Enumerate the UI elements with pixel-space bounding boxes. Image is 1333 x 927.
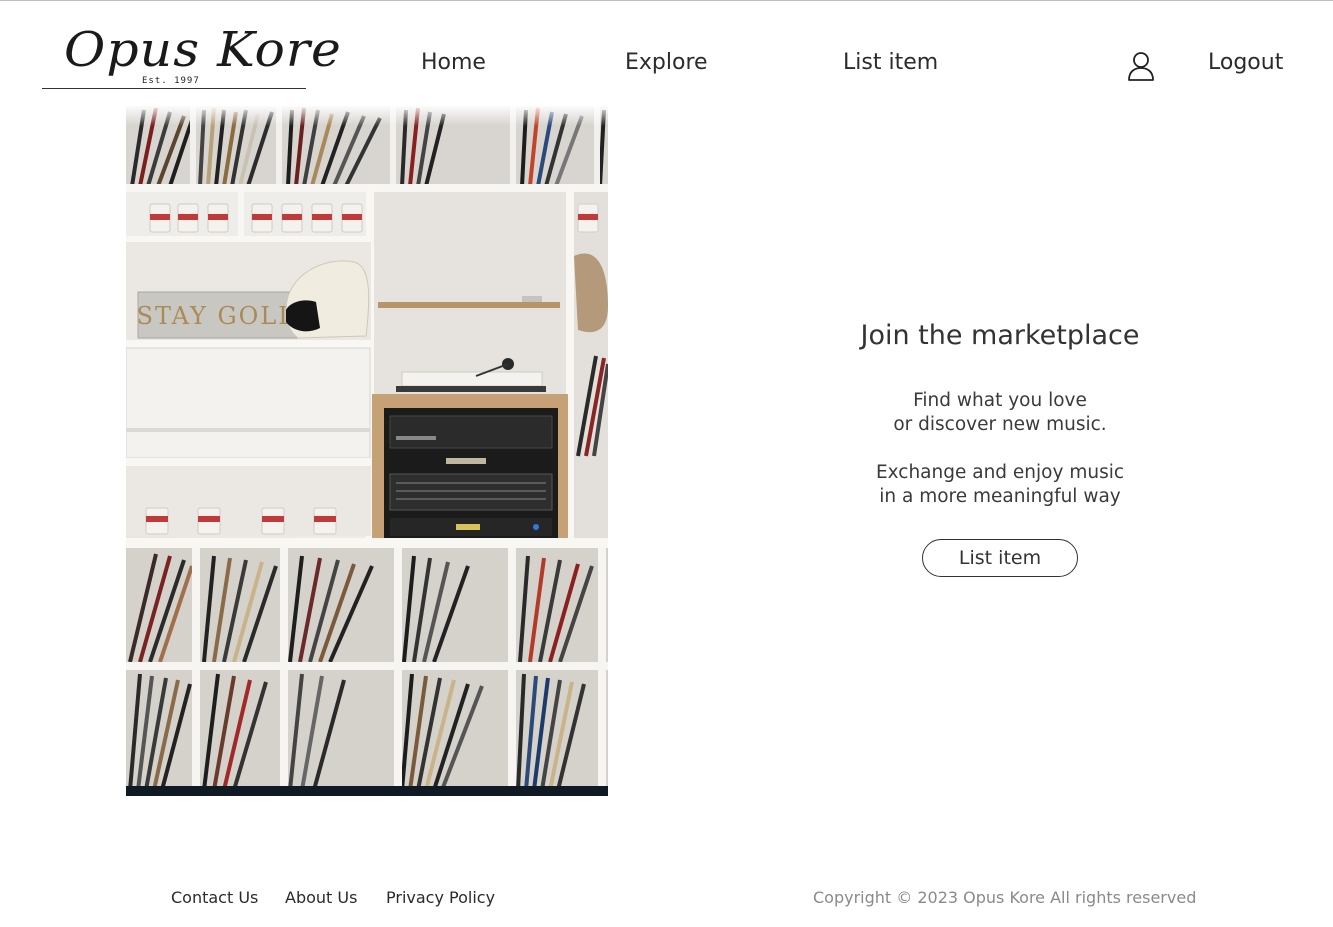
amplifier-cabinet [372,394,568,548]
marketplace-panel: Join the marketplace Find what you love … [800,320,1200,577]
nav-explore-link[interactable]: Explore [625,50,708,75]
record-shelf-photo: STAY GOLD [126,106,608,796]
footer-about-link[interactable]: About Us [285,888,357,907]
site-logo[interactable]: Opus Kore Est. 1997 [42,16,341,92]
marketplace-heading: Join the marketplace [860,320,1140,351]
copyright-text: Copyright © 2023 Opus Kore All rights re… [813,888,1197,907]
logo-established: Est. 1997 [142,76,200,86]
footer-contact-link[interactable]: Contact Us [171,888,258,907]
top-border [0,0,1333,1]
exchange-paragraph: Exchange and enjoy music in a more meani… [800,461,1200,509]
exchange-line-2: in a more meaningful way [879,486,1121,507]
nav-list-item-link[interactable]: List item [843,50,938,75]
record-shelf-illustration: STAY GOLD [126,106,608,796]
stay-gold-sign: STAY GOLD [137,302,300,330]
list-item-button[interactable]: List item [922,539,1078,577]
intro-paragraph: Find what you love or discover new music… [800,389,1200,437]
user-icon[interactable] [1126,51,1156,81]
footer-privacy-link[interactable]: Privacy Policy [386,888,495,907]
intro-line-2: or discover new music. [893,414,1107,435]
nav-home-link[interactable]: Home [421,50,486,75]
exchange-line-1: Exchange and enjoy music [875,462,1125,483]
nav-logout-link[interactable]: Logout [1208,50,1283,75]
logo-underline [42,88,306,89]
logo-wordmark: Opus Kore [64,22,342,78]
bottom-records [126,548,608,796]
intro-line-1: Find what you love [913,390,1087,411]
